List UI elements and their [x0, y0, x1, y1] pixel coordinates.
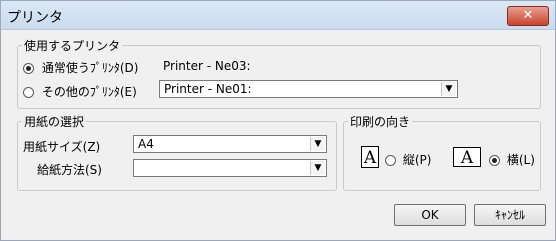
other-printer-select[interactable]: Printer - Ne01: ▼ — [159, 80, 458, 98]
other-printer-radio-icon — [23, 87, 34, 98]
portrait-radio-icon — [385, 155, 396, 166]
landscape-label: 横(L) — [506, 153, 535, 167]
default-printer-label: 通常使うﾌﾟﾘﾝﾀ(D) — [41, 61, 139, 75]
other-printer-select-value: Printer - Ne01: — [164, 82, 252, 96]
cancel-button[interactable]: ｷｬﾝｾﾙ — [474, 204, 546, 226]
window-title: プリンタ — [7, 10, 63, 26]
paper-size-value: A4 — [138, 137, 154, 151]
portrait-radio[interactable]: 縦(P) — [385, 151, 431, 168]
landscape-radio-icon — [489, 155, 500, 166]
landscape-radio[interactable]: 横(L) — [489, 151, 535, 168]
printer-dialog: プリンタ ✕ 使用するプリンタ 通常使うﾌﾟﾘﾝﾀ(D) Printer - N… — [0, 0, 556, 241]
printer-group-legend: 使用するプリンタ — [24, 39, 121, 53]
default-printer-value: Printer - Ne03: — [163, 59, 251, 73]
chevron-down-icon[interactable]: ▼ — [310, 137, 325, 151]
title-bar: プリンタ ✕ — [1, 1, 555, 30]
default-printer-radio-icon — [23, 63, 34, 74]
portrait-page-icon: A — [361, 146, 379, 168]
paper-group-legend: 用紙の選択 — [24, 115, 85, 129]
other-printer-label: その他のﾌﾟﾘﾝﾀ(E) — [41, 85, 137, 99]
ok-button[interactable]: OK — [394, 204, 466, 226]
close-button[interactable]: ✕ — [507, 6, 549, 26]
orientation-group-legend: 印刷の向き — [350, 115, 411, 129]
landscape-page-icon: A — [453, 147, 481, 168]
portrait-label: 縦(P) — [402, 153, 432, 167]
paper-feed-label: 給紙方法(S) — [37, 163, 102, 177]
chevron-down-icon[interactable]: ▼ — [441, 82, 456, 96]
chevron-down-icon[interactable]: ▼ — [310, 161, 325, 175]
other-printer-radio[interactable]: その他のﾌﾟﾘﾝﾀ(E) — [23, 83, 137, 100]
default-printer-radio[interactable]: 通常使うﾌﾟﾘﾝﾀ(D) — [23, 59, 138, 76]
paper-size-label: 用紙サイズ(Z) — [23, 140, 101, 154]
paper-size-select[interactable]: A4 ▼ — [133, 135, 327, 153]
paper-feed-select[interactable]: ▼ — [133, 159, 327, 177]
